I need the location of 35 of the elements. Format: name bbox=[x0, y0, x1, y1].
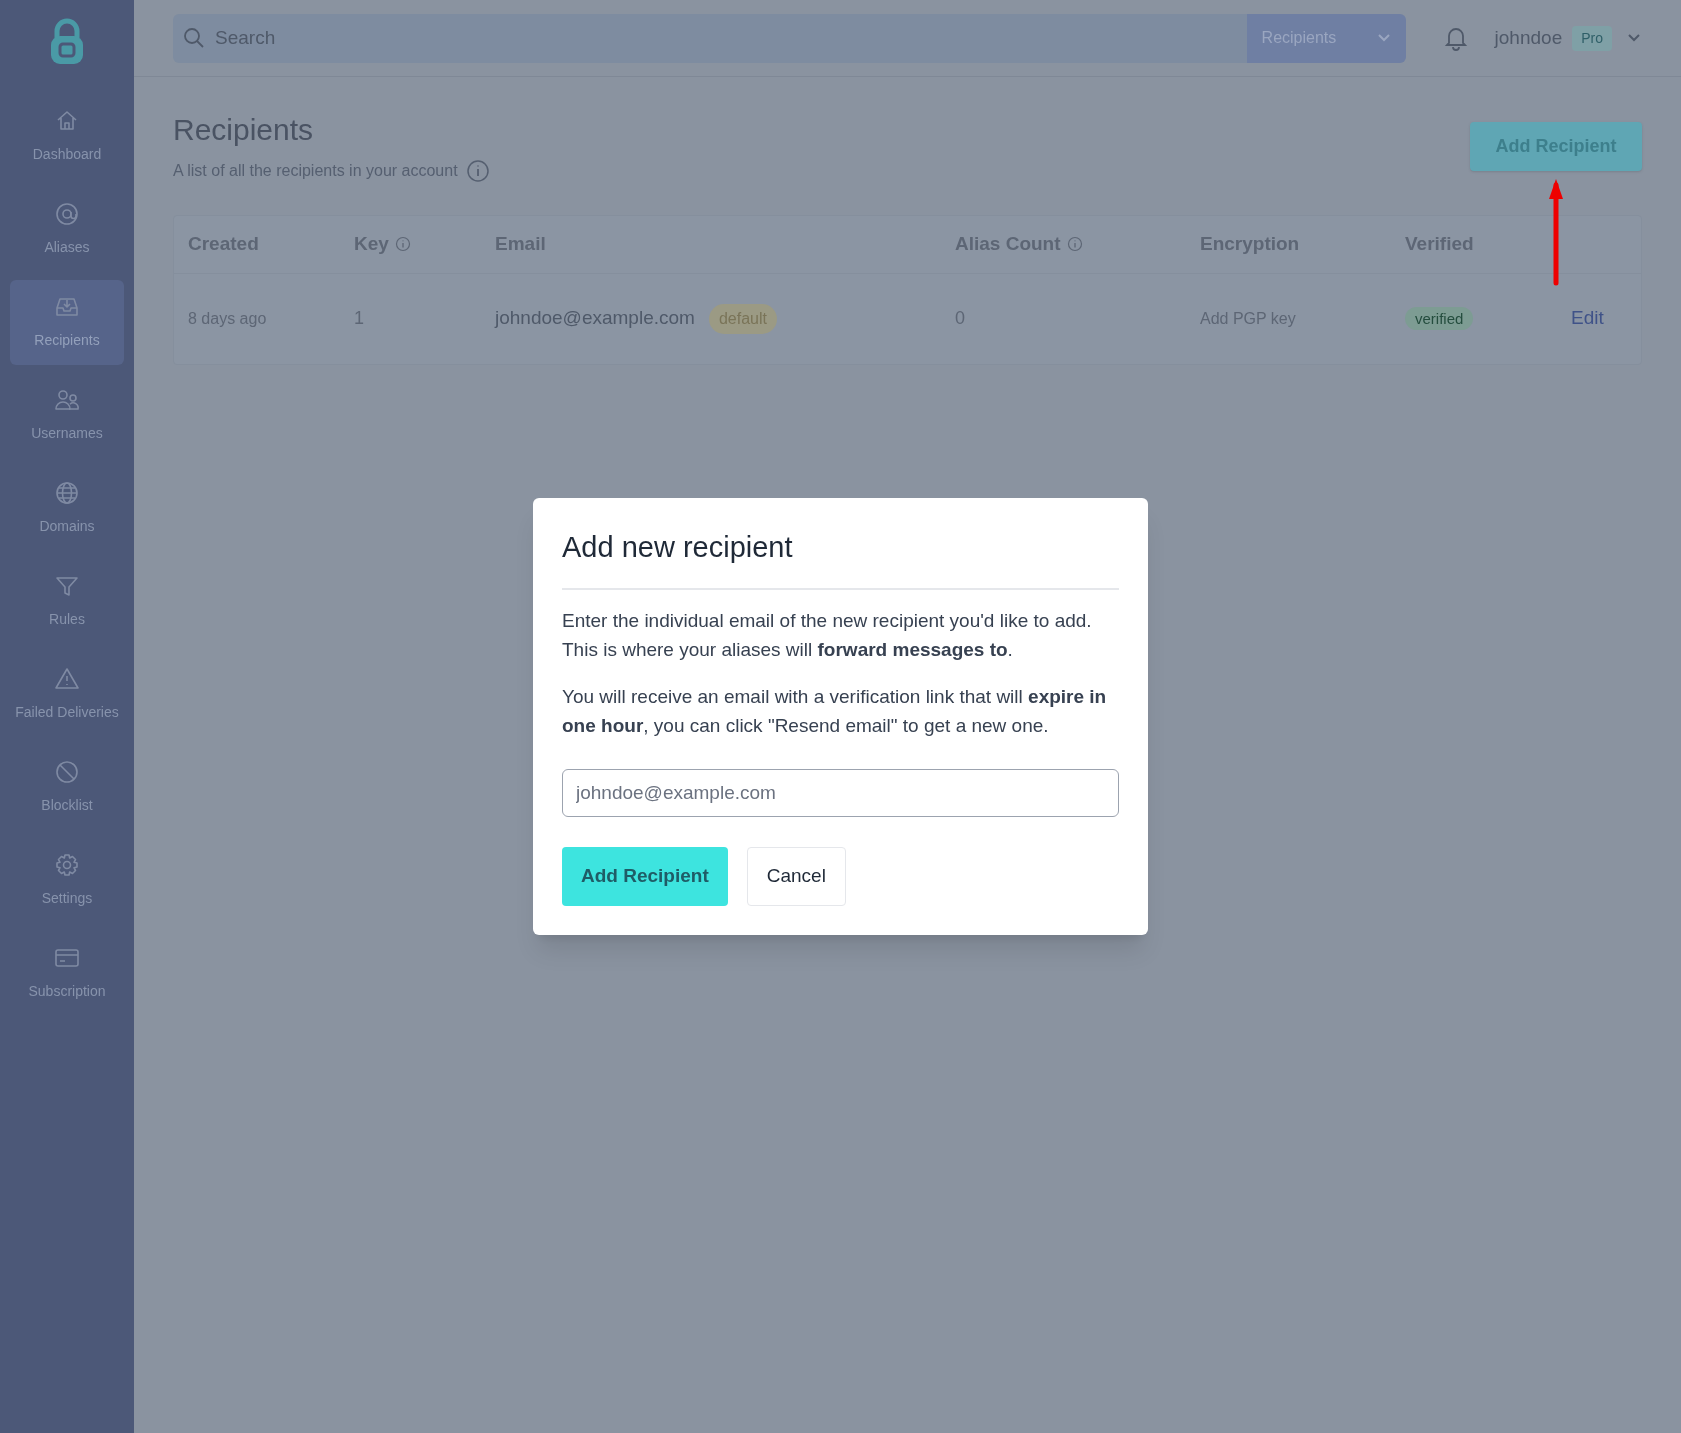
sidebar-item[interactable]: Settings bbox=[10, 838, 124, 923]
search-icon bbox=[183, 26, 205, 49]
dialog-text: Enter the individual email of the new recipient you'd like to add. This is where your aliases will forward messages to. bbox=[562, 608, 1093, 662]
warning-icon bbox=[54, 666, 80, 692]
sidebar-item[interactable]: Usernames bbox=[10, 373, 124, 458]
sidebar-item[interactable]: Dashboard bbox=[10, 94, 124, 179]
globe-icon bbox=[54, 480, 80, 506]
at-sign-icon bbox=[54, 201, 80, 227]
chevron-down-icon bbox=[1376, 33, 1391, 43]
email-address: johndoe@example.com bbox=[495, 306, 695, 331]
plan-badge: Pro bbox=[1572, 25, 1612, 51]
info-icon[interactable] bbox=[394, 236, 411, 252]
email-input-field[interactable]: johndoe@example.com bbox=[562, 768, 1119, 817]
add-recipient-button[interactable]: Add Recipient bbox=[562, 846, 728, 906]
users-icon bbox=[54, 387, 80, 413]
sidebar-item[interactable]: Subscription bbox=[10, 931, 124, 1016]
sidebar-item[interactable]: Rules bbox=[10, 559, 124, 644]
verified-badge: verified bbox=[1405, 306, 1474, 330]
sidebar-item[interactable]: Blocklist bbox=[10, 745, 124, 830]
blocked-icon bbox=[54, 759, 80, 785]
dialog-text: You will receive an email with a verification link that will expire in one hour, you can click "Resend email" to get a new one. bbox=[562, 684, 1108, 738]
page-title: Recipients bbox=[173, 112, 315, 148]
username[interactable]: johndoe bbox=[1494, 23, 1563, 53]
info-icon[interactable] bbox=[465, 158, 490, 183]
sidebar-item[interactable]: Failed Deliveries bbox=[10, 652, 124, 737]
settings-icon bbox=[54, 852, 80, 878]
sidebar-item[interactable]: Aliases bbox=[10, 187, 124, 272]
sidebar-item[interactable]: Recipients bbox=[10, 280, 124, 365]
info-icon[interactable] bbox=[1066, 236, 1083, 252]
bell-icon[interactable] bbox=[1443, 25, 1468, 51]
edit-link[interactable]: Edit bbox=[1571, 307, 1604, 329]
dialog-title: Add new recipient bbox=[562, 526, 1119, 590]
cancel-button[interactable]: Cancel bbox=[746, 846, 846, 906]
sidebar-item[interactable]: Domains bbox=[10, 466, 124, 551]
chevron-down-icon[interactable] bbox=[1627, 33, 1641, 43]
